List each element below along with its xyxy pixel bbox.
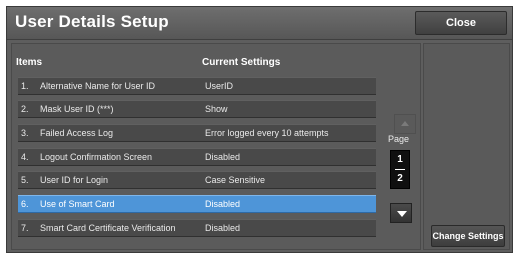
row-setting: Error logged every 10 attempts [205, 128, 329, 138]
row-item: Alternative Name for User ID [40, 81, 156, 91]
row-item: Failed Access Log [40, 128, 114, 138]
table-row[interactable]: 3. Failed Access Log Error logged every … [18, 124, 376, 142]
close-button[interactable]: Close [415, 11, 507, 35]
row-setting: Show [205, 104, 228, 114]
dialog: User Details Setup Close Items Current S… [6, 6, 513, 253]
scroll-down-button[interactable] [390, 203, 412, 223]
table-row[interactable]: 2. Mask User ID (***) Show [18, 100, 376, 118]
page-indicator: 1 2 [390, 150, 410, 189]
row-setting: Disabled [205, 152, 241, 162]
row-number: 6. [21, 199, 29, 209]
table-row[interactable]: 7. Smart Card Certificate Verification D… [18, 219, 376, 237]
table-row[interactable]: 5. User ID for Login Case Sensitive [18, 171, 376, 189]
row-setting: UserID [205, 81, 234, 91]
column-header-items: Items [16, 57, 43, 68]
row-number: 5. [21, 175, 29, 185]
row-item: Smart Card Certificate Verification [40, 223, 176, 233]
page-divider [395, 169, 405, 170]
row-setting: Disabled [205, 223, 241, 233]
row-number: 4. [21, 152, 29, 162]
row-item: Use of Smart Card [40, 199, 115, 209]
settings-list-panel: Items Current Settings 1. Alternative Na… [11, 43, 421, 250]
row-number: 7. [21, 223, 29, 233]
table-row[interactable]: 1. Alternative Name for User ID UserID [18, 77, 376, 95]
table-row[interactable]: 4. Logout Confirmation Screen Disabled [18, 148, 376, 166]
row-item: Mask User ID (***) [40, 104, 114, 114]
action-panel: Change Settings [423, 43, 510, 250]
row-setting: Case Sensitive [205, 175, 266, 185]
page-label: Page [388, 134, 410, 144]
row-number: 3. [21, 128, 29, 138]
row-number: 1. [21, 81, 29, 91]
table-row-selected[interactable]: 6. Use of Smart Card Disabled [18, 195, 376, 213]
scroll-up-button[interactable] [394, 114, 416, 134]
arrow-up-icon [401, 121, 409, 126]
column-header-current-settings: Current Settings [202, 57, 281, 68]
header-bar: User Details Setup Close [7, 7, 512, 40]
current-page: 1 [397, 154, 403, 165]
row-item: User ID for Login [40, 175, 109, 185]
row-setting: Disabled [205, 199, 241, 209]
change-settings-button[interactable]: Change Settings [431, 225, 505, 247]
total-pages: 2 [397, 173, 403, 184]
row-item: Logout Confirmation Screen [40, 152, 153, 162]
page-title: User Details Setup [15, 12, 169, 31]
arrow-down-icon [397, 211, 407, 217]
row-number: 2. [21, 104, 29, 114]
